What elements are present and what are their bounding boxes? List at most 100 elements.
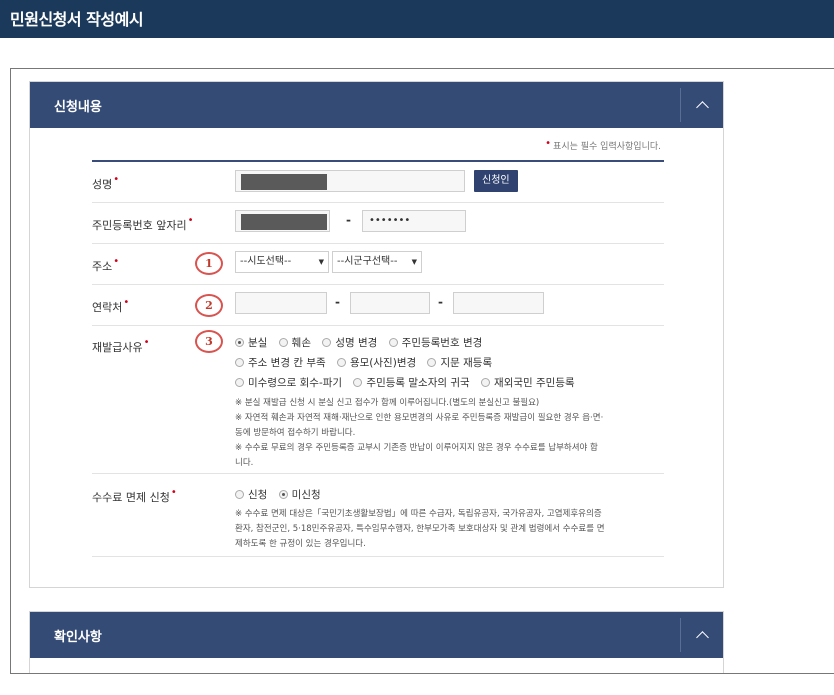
- reason-radio-return[interactable]: 주민등록 말소자의 귀국: [353, 375, 470, 390]
- note-line: 동에 방문하여 접수하기 바랍니다.: [235, 428, 356, 438]
- note-line: ※ 수수료 무료의 경우 주민등록증 교부시 기존증 반납이 이루어지지 않은 …: [235, 443, 598, 453]
- phone-dash-2: -: [438, 295, 443, 309]
- caret-down-icon: ▼: [318, 258, 324, 266]
- rrn-label: 주민등록번호 앞자리•: [92, 215, 193, 233]
- reason-radio-loss[interactable]: 분실: [235, 335, 267, 350]
- reason-label-text: 재발급사유: [92, 341, 143, 354]
- radio-unchecked-icon: [278, 338, 288, 347]
- radio-label: 지문 재등록: [440, 357, 493, 369]
- sigungu-value: --시군구선택--: [337, 256, 398, 267]
- page-title: 민원신청서 작성예시: [10, 10, 144, 29]
- reason-radio-rrn-change[interactable]: 주민등록번호 변경: [388, 335, 483, 350]
- radio-label: 미신청: [291, 489, 321, 501]
- contact-label: 연락처•: [92, 297, 130, 315]
- fee-row: 수수료 면제 신청• 신청 미신청 ※ 수수료 면제 대상은「국민기초생활보장법…: [92, 473, 664, 557]
- fee-radio-apply[interactable]: 신청: [235, 487, 267, 502]
- rrn-front-input[interactable]: [235, 210, 330, 232]
- confirmation-panel: 확인사항: [29, 611, 724, 673]
- radio-unchecked-icon: [322, 338, 332, 347]
- name-row: 성명• 신청인: [92, 162, 664, 203]
- radio-checked-icon: [278, 490, 288, 499]
- panel-header: 확인사항: [30, 612, 723, 658]
- collapse-button[interactable]: [680, 618, 723, 652]
- marker-2: 2: [195, 294, 223, 317]
- radio-unchecked-icon: [336, 358, 346, 367]
- fee-radio-not-apply[interactable]: 미신청: [278, 487, 321, 502]
- phone-dash-1: -: [335, 295, 340, 309]
- chevron-up-icon: [695, 631, 709, 644]
- required-note-text: 표시는 필수 입력사항입니다.: [553, 142, 661, 152]
- radio-unchecked-icon: [427, 358, 437, 367]
- address-row: 주소• 1 --시도선택-- ▼ --시군구선택-- ▼: [92, 243, 664, 285]
- required-star-icon: •: [113, 256, 120, 267]
- radio-label: 주민등록 말소자의 귀국: [366, 377, 470, 389]
- reason-radio-overseas[interactable]: 재외국민 주민등록: [481, 375, 575, 390]
- radio-label: 미수령으로 회수-파기: [248, 377, 343, 389]
- note-line: 환자, 참전군인, 5·18민주유공자, 특수임무수행자, 한부모가족 보호대상…: [235, 524, 605, 534]
- reason-radio-damage[interactable]: 훼손: [278, 335, 311, 350]
- rrn-row: 주민등록번호 앞자리• - •••••••: [92, 202, 664, 244]
- reason-radio-unclaimed[interactable]: 미수령으로 회수-파기: [235, 375, 342, 390]
- fee-label-text: 수수료 면제 신청: [92, 491, 170, 504]
- name-label-text: 성명: [92, 178, 113, 191]
- radio-unchecked-icon: [353, 378, 363, 387]
- applicant-button[interactable]: 신청인: [474, 170, 518, 192]
- panel-title: 확인사항: [54, 630, 102, 645]
- address-label: 주소•: [92, 256, 120, 274]
- caret-down-icon: ▼: [411, 258, 417, 266]
- fee-notes: ※ 수수료 면제 대상은「국민기초생활보장법」에 따른 수급자, 독립유공자, …: [235, 507, 665, 552]
- radio-unchecked-icon: [481, 378, 491, 387]
- note-line: 제하도록 한 규정이 있는 경우입니다.: [235, 539, 366, 549]
- reason-radio-address-space[interactable]: 주소 변경 칸 부족: [235, 355, 326, 370]
- reason-options-line3: 미수령으로 회수-파기 주민등록 말소자의 귀국 재외국민 주민등록: [235, 375, 583, 390]
- phone-part1-input[interactable]: [235, 292, 327, 314]
- required-star-icon: •: [545, 138, 552, 149]
- required-star-icon: •: [113, 174, 120, 185]
- address-label-text: 주소: [92, 260, 113, 273]
- content-frame: 신청내용 • 표시는 필수 입력사항입니다. 성명• 신청인 주민등록번호 앞자리…: [10, 68, 834, 674]
- required-star-icon: •: [170, 487, 177, 498]
- note-line: ※ 수수료 면제 대상은「국민기초생활보장법」에 따른 수급자, 독립유공자, …: [235, 509, 602, 519]
- fee-options: 신청 미신청: [235, 487, 329, 502]
- radio-unchecked-icon: [235, 358, 244, 367]
- note-line: 니다.: [235, 458, 254, 468]
- chevron-up-icon: [695, 101, 709, 114]
- required-star-icon: •: [123, 297, 130, 308]
- marker-1: 1: [195, 252, 223, 275]
- reason-radio-fingerprint[interactable]: 지문 재등록: [427, 355, 492, 370]
- required-star-icon: •: [143, 337, 150, 348]
- contact-label-text: 연락처: [92, 301, 123, 314]
- sido-value: --시도선택--: [240, 256, 292, 267]
- radio-checked-icon: [235, 338, 244, 347]
- reason-radio-photo-change[interactable]: 용모(사진)변경: [336, 355, 417, 370]
- note-line: ※ 분실 재발급 신청 시 분실 신고 접수가 함께 이루어집니다.(별도의 분…: [235, 398, 540, 408]
- top-bar: 민원신청서 작성예시: [0, 0, 834, 38]
- phone-part2-input[interactable]: [350, 292, 430, 314]
- radio-label: 주민등록번호 변경: [401, 337, 483, 349]
- radio-label: 용모(사진)변경: [349, 357, 417, 369]
- panel-header: 신청내용: [30, 82, 723, 128]
- marker-3: 3: [195, 330, 223, 353]
- rrn-back-input[interactable]: •••••••: [362, 210, 466, 232]
- application-panel: 신청내용 • 표시는 필수 입력사항입니다. 성명• 신청인 주민등록번호 앞자리…: [29, 81, 724, 588]
- radio-label: 신청: [248, 489, 268, 501]
- name-label: 성명•: [92, 174, 120, 192]
- phone-part3-input[interactable]: [453, 292, 544, 314]
- radio-unchecked-icon: [235, 490, 244, 499]
- masked-value: [241, 174, 327, 190]
- radio-unchecked-icon: [235, 378, 244, 387]
- panel-title: 신청내용: [54, 100, 102, 115]
- reason-options-line1: 분실 훼손 성명 변경 주민등록번호 변경: [235, 335, 490, 350]
- rrn-label-text: 주민등록번호 앞자리: [92, 219, 187, 232]
- sigungu-select[interactable]: --시군구선택-- ▼: [332, 251, 422, 273]
- radio-label: 재외국민 주민등록: [494, 377, 575, 389]
- note-line: ※ 자연적 훼손과 자연적 재해·재난으로 인한 용모변경의 사유로 주민등록증…: [235, 413, 604, 423]
- fee-label: 수수료 면제 신청•: [92, 487, 177, 505]
- rrn-dash: -: [346, 213, 351, 227]
- radio-label: 훼손: [291, 337, 311, 349]
- name-input[interactable]: [235, 170, 465, 192]
- reason-radio-name-change[interactable]: 성명 변경: [322, 335, 377, 350]
- sido-select[interactable]: --시도선택-- ▼: [235, 251, 329, 273]
- collapse-button[interactable]: [680, 88, 723, 122]
- radio-label: 분실: [248, 337, 268, 349]
